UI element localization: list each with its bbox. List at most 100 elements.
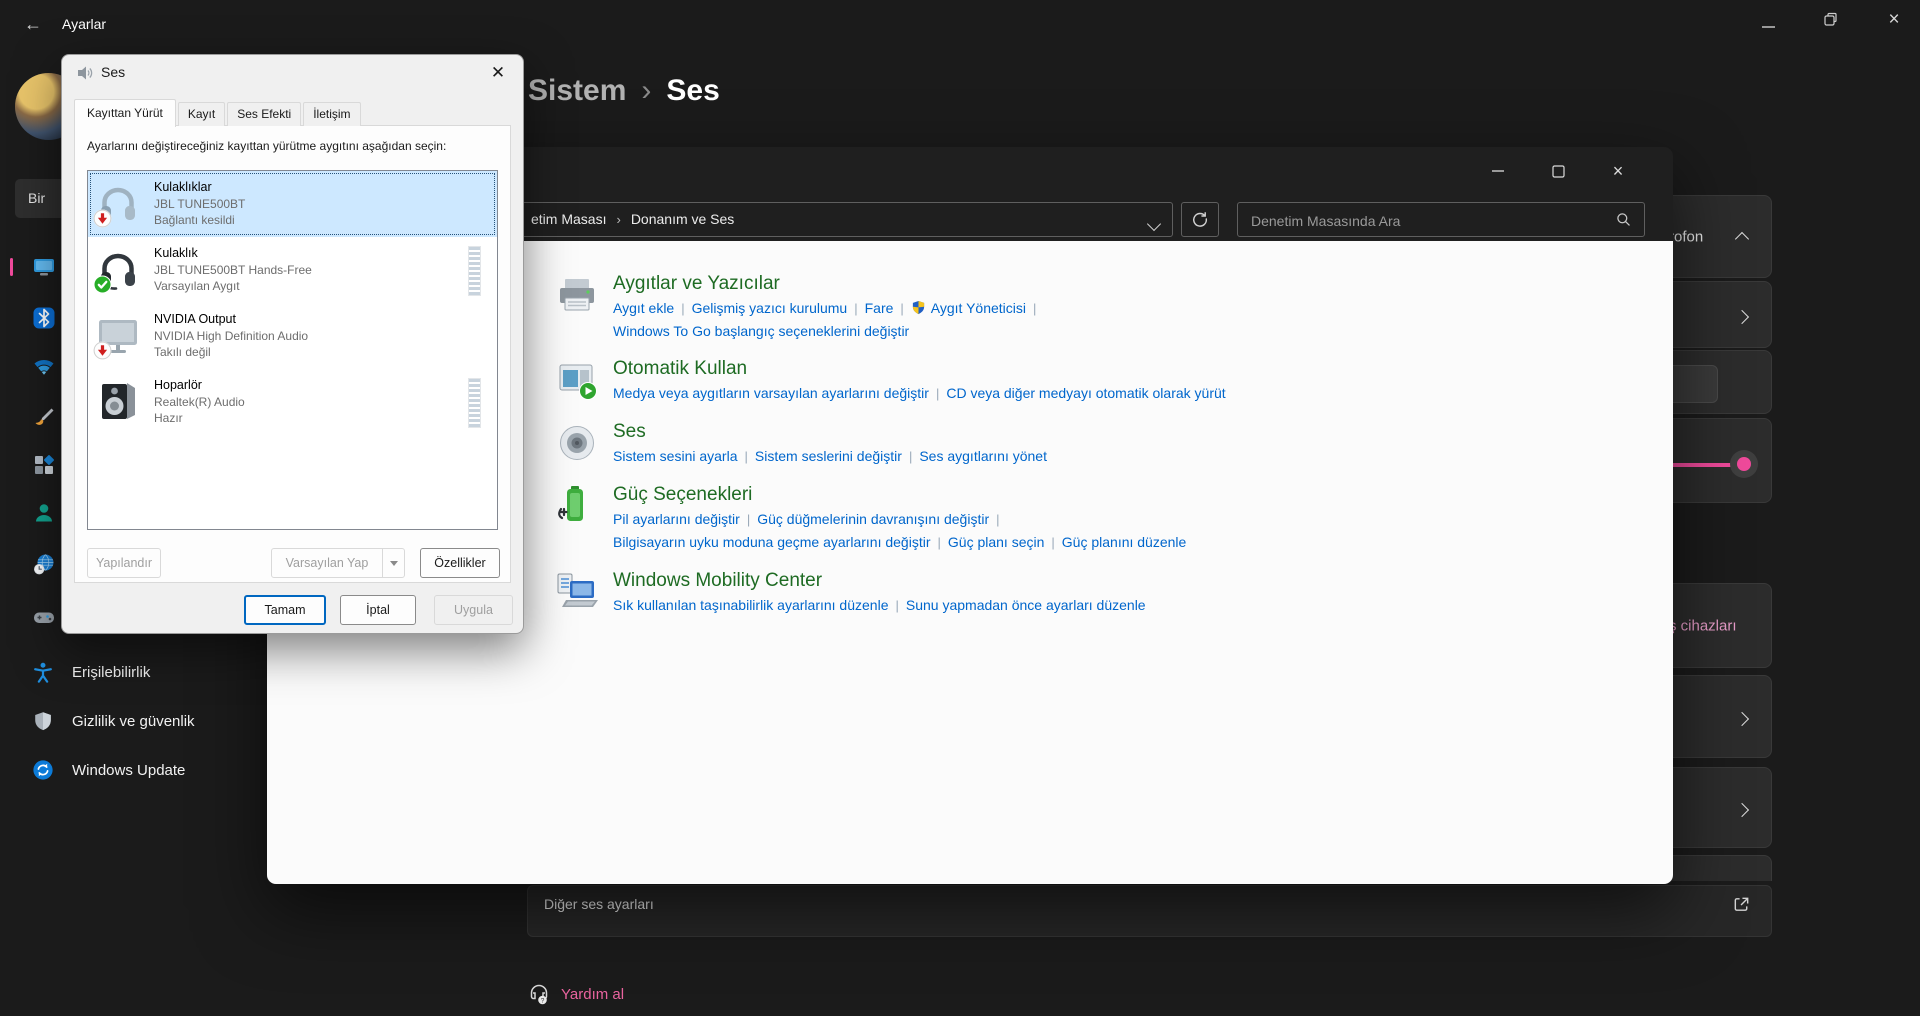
playback-tab-panel: Ayarlarını değiştireceğiniz kayıttan yür… [74,125,511,583]
cp-task-link[interactable]: Aygıt Yöneticisi [911,300,1026,316]
cp-task-link[interactable]: Sık kullanılan taşınabilirlik ayarlarını… [613,597,888,613]
volume-meter [468,246,481,296]
cp-section-title[interactable]: Otomatik Kullan [613,356,1226,382]
cp-section: Otomatik Kullan Medya veya aygıtların var… [555,356,1555,405]
sidebar-item-gaming[interactable] [32,605,56,629]
properties-button[interactable]: Özellikler [420,548,500,578]
cp-task-link[interactable]: Güç planı seçin [948,534,1045,550]
chevron-right-icon[interactable] [1734,309,1750,324]
app-title: Ayarlar [62,16,107,32]
close-icon[interactable]: × [1605,159,1631,183]
microphone-card-title-fragment: rofon [1669,228,1704,245]
link-separator: | [854,301,858,316]
time-language-icon [32,553,56,577]
disconnected-badge-icon [93,341,112,360]
sidebar-item-system[interactable] [32,255,56,279]
apply-button[interactable]: Uygula [434,595,513,625]
headphones-icon [93,181,140,228]
sidebar-item-time-language[interactable] [32,553,56,577]
chevron-up-icon[interactable] [1734,231,1750,246]
accessibility-icon [32,661,54,683]
cp-section-title[interactable]: Güç Seçenekleri [613,482,1186,508]
cp-task-link[interactable]: Güç planını düzenle [1062,534,1187,550]
cp-task-link[interactable]: Ses aygıtlarını yönet [919,448,1047,464]
cp-section-title[interactable]: Aygıtlar ve Yazıcılar [613,271,1043,297]
cp-task-link[interactable]: CD veya diğer medyayı otomatik olarak yü… [946,385,1225,401]
tab-0[interactable]: Kayıttan Yürüt [74,99,176,127]
tab-2[interactable]: Ses Efekti [227,102,302,126]
link-separator: | [1033,301,1037,316]
close-icon[interactable]: × [1882,6,1906,34]
breadcrumb-separator: › [641,74,652,107]
cp-task-link[interactable]: Sistem seslerini değiştir [755,448,902,464]
breadcrumb-fragment[interactable]: etim Masası [531,211,606,227]
more-sound-settings-label: Diğer ses ayarları [544,896,654,912]
device-row[interactable]: Kulaklık JBL TUNE500BT Hands-Free Varsayıl… [88,237,497,303]
address-dropdown-icon[interactable] [1146,216,1162,232]
refresh-button[interactable] [1181,202,1219,237]
sidebar-item-accounts[interactable] [32,501,56,525]
more-sound-settings-card[interactable]: Diğer ses ayarları [527,885,1772,937]
device-detail: NVIDIA High Definition Audio [154,329,309,343]
tab-strip: Kayıttan Yürüt Kayıt Ses Efekti İletişim [74,99,363,127]
cp-section-title[interactable]: Ses [613,419,1047,445]
sidebar-item-apps[interactable] [32,453,56,477]
sound-dialog: Ses ✕ Kayıttan Yürüt Kayıt Ses Efekti İleti… [61,54,524,634]
cp-task-link[interactable]: Bilgisayarın uyku moduna geçme ayarların… [613,534,931,550]
shield-icon [32,710,54,732]
cp-task-link[interactable]: Pil ayarlarını değiştir [613,511,740,527]
cp-section-body: Güç Seçenekleri Pil ayarlarını değiştir | G… [613,482,1186,554]
device-detail: Realtek(R) Audio [154,395,245,409]
chevron-right-icon[interactable] [1734,802,1750,817]
breadcrumb-separator: › [616,212,621,227]
sidebar-item-bluetooth[interactable] [32,306,56,330]
cp-task-link[interactable]: Fare [865,300,894,316]
set-default-dropdown-icon[interactable] [382,548,405,578]
minimize-icon[interactable] [1485,159,1511,183]
cp-task-link[interactable]: Aygıt ekle [613,300,674,316]
cp-task-link[interactable]: Windows To Go başlangıç seçeneklerini de… [613,323,909,339]
back-button[interactable]: ← [18,10,48,38]
maximize-icon[interactable] [1545,159,1571,183]
cp-task-link[interactable]: Medya veya aygıtların varsayılan ayarlar… [613,385,929,401]
get-help-link[interactable]: ? Yardım al [527,982,827,1010]
apps-icon [32,453,56,477]
tab-1[interactable]: Kayıt [177,102,226,126]
pair-device-link-fragment[interactable]: ş cihazları [1669,617,1737,634]
ok-button[interactable]: Tamam [244,595,326,625]
cancel-button[interactable]: İptal [340,595,416,625]
device-row[interactable]: Kulaklıklar JBL TUNE500BT Bağlantı kesildi [88,171,497,237]
device-list[interactable]: Kulaklıklar JBL TUNE500BT Bağlantı kesildi… [87,170,498,530]
sidebar-item-accessibility[interactable]: Erişilebilirlik [10,651,260,693]
sidebar-item-network[interactable] [32,354,56,378]
set-default-button[interactable]: Varsayılan Yap [271,548,383,578]
close-icon[interactable]: ✕ [483,60,513,86]
search-input[interactable] [1238,203,1613,238]
cp-task-link[interactable]: Sunu yapmadan önce ayarları düzenle [906,597,1146,613]
cp-section-title[interactable]: Windows Mobility Center [613,568,1146,594]
sidebar-item-privacy[interactable]: Gizlilik ve güvenlik [10,700,260,742]
configure-button[interactable]: Yapılandır [87,548,161,578]
cp-task-link[interactable]: Sistem sesini ayarla [613,448,738,464]
sidebar-item-windows-update[interactable]: Windows Update [10,749,260,791]
restore-icon[interactable] [1824,12,1838,26]
cp-task-link[interactable]: Gelişmiş yazıcı kurulumu [692,300,848,316]
external-link-icon [1732,895,1751,914]
chevron-right-icon[interactable] [1734,711,1750,726]
sidebar-item-personalization[interactable] [32,406,56,430]
cp-task-link[interactable]: Güç düğmelerinin davranışını değiştir [757,511,989,527]
accounts-icon [32,501,56,525]
refresh-icon [1191,210,1209,228]
breadcrumb-current[interactable]: Donanım ve Ses [631,211,735,227]
tab-3[interactable]: İletişim [303,102,361,126]
volume-slider-handle[interactable] [1730,450,1758,478]
device-status: Varsayılan Aygıt [154,279,240,293]
device-row[interactable]: NVIDIA Output NVIDIA High Definition Audi… [88,303,497,369]
breadcrumb-parent[interactable]: Sistem [528,74,626,107]
search-box[interactable] [1237,202,1645,238]
device-name: Hoparlör [154,378,202,392]
device-row[interactable]: Hoparlör Realtek(R) Audio Hazır [88,369,497,435]
minimize-icon[interactable] [1762,19,1775,34]
system-icon [32,255,56,279]
cp-section: Ses Sistem sesini ayarla | Sistem seslerini… [555,419,1555,468]
